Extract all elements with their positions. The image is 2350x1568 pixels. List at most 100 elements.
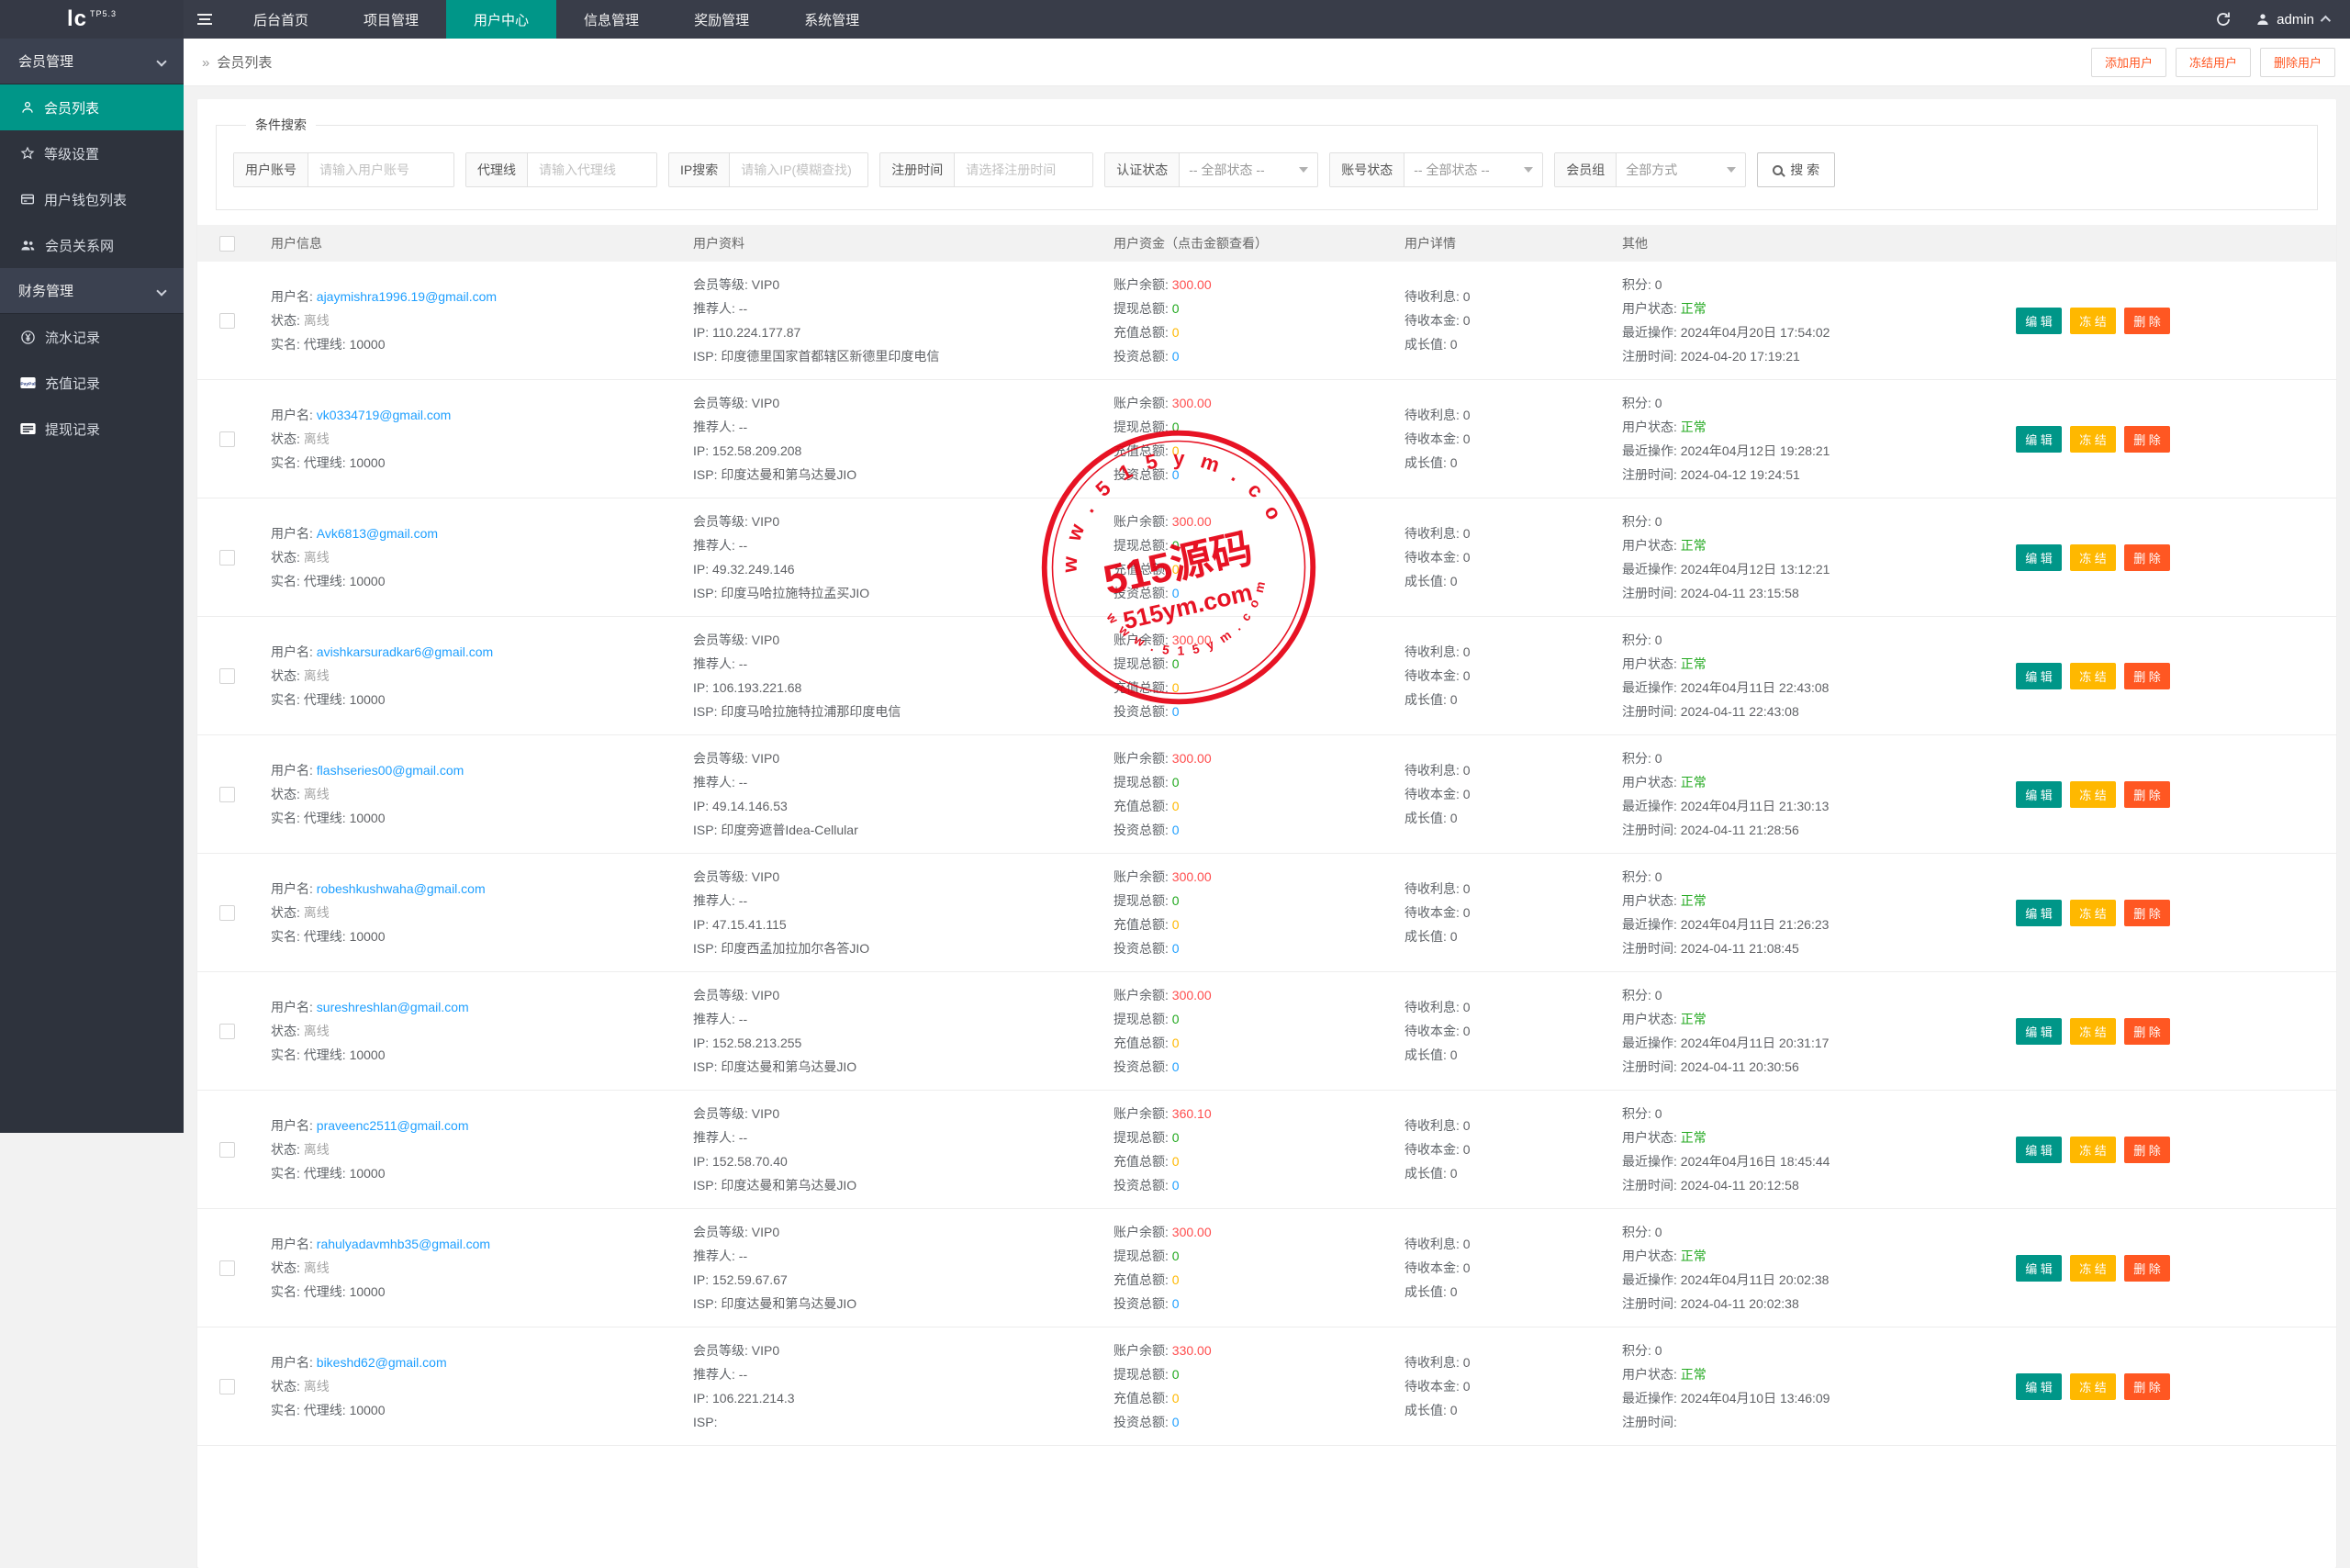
delete-button[interactable]: 删 除	[2124, 307, 2170, 334]
withdraw-total[interactable]: 0	[1172, 1249, 1180, 1263]
user-email-link[interactable]: bikeshd62@gmail.com	[317, 1355, 447, 1370]
row-checkbox[interactable]	[218, 667, 235, 684]
delete-user-button[interactable]: 删除用户	[2259, 47, 2335, 77]
app-logo[interactable]: lc TP5.3	[0, 0, 184, 39]
sidebar-group-finance-management[interactable]: 财务管理	[0, 268, 184, 314]
tab-dashboard[interactable]: 后台首页	[226, 0, 336, 39]
account-balance[interactable]: 300.00	[1172, 751, 1212, 766]
freeze-button[interactable]: 冻 结	[2070, 899, 2116, 926]
user-email-link[interactable]: rahulyadavmhb35@gmail.com	[317, 1237, 490, 1251]
sidebar-item-user-wallet-list[interactable]: 用户钱包列表	[0, 176, 184, 222]
user-email-link[interactable]: vk0334719@gmail.com	[317, 408, 452, 422]
freeze-button[interactable]: 冻 结	[2070, 425, 2116, 453]
edit-button[interactable]: 编 辑	[2016, 1254, 2062, 1282]
freeze-button[interactable]: 冻 结	[2070, 543, 2116, 571]
menu-toggle-icon[interactable]	[184, 0, 226, 39]
invest-total[interactable]: 0	[1172, 349, 1180, 364]
row-checkbox[interactable]	[218, 431, 235, 447]
user-account-input[interactable]	[308, 153, 453, 186]
refresh-icon[interactable]	[2215, 11, 2232, 28]
recharge-total[interactable]: 0	[1172, 325, 1180, 340]
ip-search-input[interactable]	[730, 153, 868, 186]
edit-button[interactable]: 编 辑	[2016, 307, 2062, 334]
select-all-checkbox[interactable]	[218, 235, 235, 252]
recharge-total[interactable]: 0	[1172, 799, 1180, 813]
withdraw-total[interactable]: 0	[1172, 1130, 1180, 1145]
admin-user-menu[interactable]: admin	[2255, 12, 2332, 28]
invest-total[interactable]: 0	[1172, 1059, 1180, 1074]
edit-button[interactable]: 编 辑	[2016, 425, 2062, 453]
invest-total[interactable]: 0	[1172, 1415, 1180, 1429]
add-user-button[interactable]: 添加用户	[2090, 47, 2166, 77]
freeze-button[interactable]: 冻 结	[2070, 307, 2116, 334]
account-balance[interactable]: 300.00	[1172, 1225, 1212, 1239]
account-balance[interactable]: 300.00	[1172, 396, 1212, 410]
withdraw-total[interactable]: 0	[1172, 538, 1180, 553]
withdraw-total[interactable]: 0	[1172, 301, 1180, 316]
sidebar-item-transaction-log[interactable]: 流水记录	[0, 314, 184, 360]
freeze-button[interactable]: 冻 结	[2070, 780, 2116, 808]
account-balance[interactable]: 300.00	[1172, 988, 1212, 1002]
member-group-select[interactable]: 全部方式	[1617, 153, 1745, 186]
delete-button[interactable]: 删 除	[2124, 662, 2170, 689]
user-email-link[interactable]: ajaymishra1996.19@gmail.com	[317, 289, 497, 304]
row-checkbox[interactable]	[218, 549, 235, 566]
sidebar-item-recharge-records[interactable]: PayPal 充值记录	[0, 360, 184, 406]
delete-button[interactable]: 删 除	[2124, 1254, 2170, 1282]
invest-total[interactable]: 0	[1172, 586, 1180, 600]
sidebar-item-withdraw-records[interactable]: 提现记录	[0, 406, 184, 452]
recharge-total[interactable]: 0	[1172, 562, 1180, 577]
edit-button[interactable]: 编 辑	[2016, 662, 2062, 689]
tab-projects[interactable]: 项目管理	[336, 0, 446, 39]
sidebar-item-member-list[interactable]: 会员列表	[0, 84, 184, 130]
user-email-link[interactable]: Avk6813@gmail.com	[317, 526, 438, 541]
edit-button[interactable]: 编 辑	[2016, 780, 2062, 808]
invest-total[interactable]: 0	[1172, 823, 1180, 837]
account-balance[interactable]: 330.00	[1172, 1343, 1212, 1358]
delete-button[interactable]: 删 除	[2124, 1372, 2170, 1400]
user-email-link[interactable]: praveenc2511@gmail.com	[317, 1118, 469, 1133]
row-checkbox[interactable]	[218, 904, 235, 921]
sidebar-item-level-settings[interactable]: 等级设置	[0, 130, 184, 176]
freeze-button[interactable]: 冻 结	[2070, 1254, 2116, 1282]
account-balance[interactable]: 300.00	[1172, 514, 1212, 529]
freeze-user-button[interactable]: 冻结用户	[2175, 47, 2251, 77]
user-email-link[interactable]: robeshkushwaha@gmail.com	[317, 881, 486, 896]
account-status-select[interactable]: -- 全部状态 --	[1404, 153, 1542, 186]
delete-button[interactable]: 删 除	[2124, 899, 2170, 926]
edit-button[interactable]: 编 辑	[2016, 1136, 2062, 1163]
recharge-total[interactable]: 0	[1172, 1391, 1180, 1406]
delete-button[interactable]: 删 除	[2124, 1017, 2170, 1045]
row-checkbox[interactable]	[218, 1023, 235, 1039]
recharge-total[interactable]: 0	[1172, 917, 1180, 932]
freeze-button[interactable]: 冻 结	[2070, 662, 2116, 689]
tab-information[interactable]: 信息管理	[556, 0, 666, 39]
row-checkbox[interactable]	[218, 786, 235, 802]
delete-button[interactable]: 删 除	[2124, 543, 2170, 571]
user-email-link[interactable]: sureshreshlan@gmail.com	[317, 1000, 469, 1014]
row-checkbox[interactable]	[218, 1141, 235, 1158]
account-balance[interactable]: 300.00	[1172, 869, 1212, 884]
delete-button[interactable]: 删 除	[2124, 780, 2170, 808]
edit-button[interactable]: 编 辑	[2016, 1372, 2062, 1400]
sidebar-item-member-network[interactable]: 财务管理 会员关系网	[0, 222, 184, 268]
sidebar-group-member-management[interactable]: 会员管理	[0, 39, 184, 84]
recharge-total[interactable]: 0	[1172, 443, 1180, 458]
freeze-button[interactable]: 冻 结	[2070, 1017, 2116, 1045]
register-time-input[interactable]	[955, 153, 1093, 186]
row-checkbox[interactable]	[218, 1378, 235, 1394]
delete-button[interactable]: 删 除	[2124, 1136, 2170, 1163]
freeze-button[interactable]: 冻 结	[2070, 1372, 2116, 1400]
search-button[interactable]: 搜 索	[1757, 152, 1836, 187]
withdraw-total[interactable]: 0	[1172, 1012, 1180, 1026]
withdraw-total[interactable]: 0	[1172, 420, 1180, 434]
account-balance[interactable]: 300.00	[1172, 277, 1212, 292]
withdraw-total[interactable]: 0	[1172, 775, 1180, 790]
withdraw-total[interactable]: 0	[1172, 1367, 1180, 1382]
user-email-link[interactable]: flashseries00@gmail.com	[317, 763, 464, 778]
withdraw-total[interactable]: 0	[1172, 656, 1180, 671]
tab-user-center[interactable]: 用户中心	[446, 0, 557, 39]
edit-button[interactable]: 编 辑	[2016, 1017, 2062, 1045]
invest-total[interactable]: 0	[1172, 1178, 1180, 1193]
recharge-total[interactable]: 0	[1172, 1036, 1180, 1050]
